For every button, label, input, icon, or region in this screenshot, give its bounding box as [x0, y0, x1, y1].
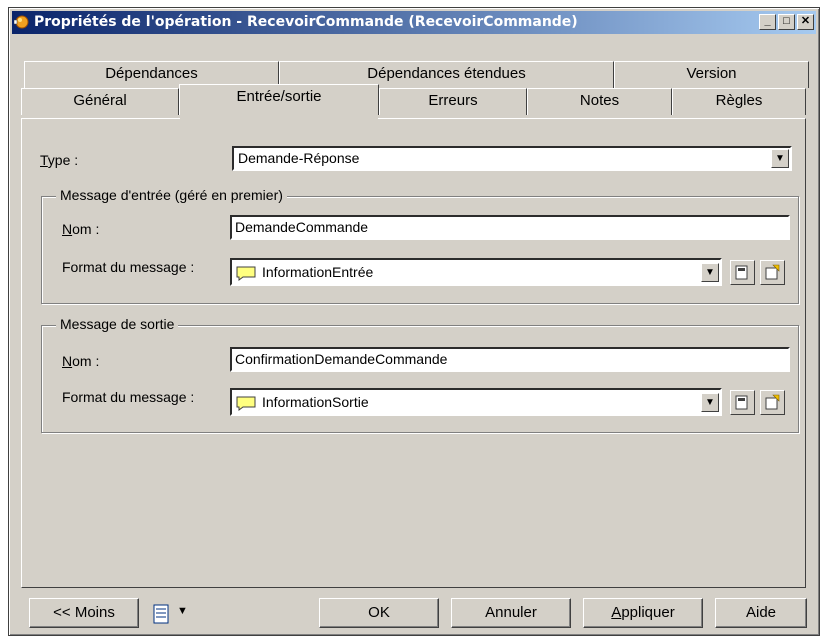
maximize-button[interactable]: □ [778, 14, 795, 30]
help-button[interactable]: Aide [715, 598, 807, 628]
active-tab-joiner [180, 117, 378, 119]
minimize-button[interactable]: _ [759, 14, 776, 30]
tab-regles[interactable]: Règles [672, 88, 806, 115]
output-format-properties-button[interactable] [730, 390, 755, 415]
menu-list-button[interactable]: ▼ [149, 602, 197, 626]
properties-dialog: Propriétés de l'opération - RecevoirComm… [8, 7, 820, 636]
input-message-group: Message d'entrée (géré en premier) Nom :… [41, 187, 799, 304]
chevron-down-icon[interactable]: ▼ [771, 149, 789, 168]
output-format-label: Format du message : [62, 389, 195, 405]
cancel-button[interactable]: Annuler [451, 598, 571, 628]
chevron-down-icon[interactable]: ▼ [701, 393, 719, 412]
tab-general[interactable]: Général [21, 88, 179, 115]
window-title: Propriétés de l'opération - RecevoirComm… [34, 14, 578, 30]
output-message-title: Message de sortie [56, 316, 179, 332]
output-name-label: Nom : [62, 353, 100, 369]
input-message-title: Message d'entrée (géré en premier) [56, 187, 287, 203]
type-select[interactable]: Demande-Réponse ▼ [232, 146, 792, 171]
type-label: Type : [40, 152, 79, 168]
type-value: Demande-Réponse [238, 150, 360, 166]
tab-version[interactable]: Version [614, 61, 809, 88]
input-name-label: Nom : [62, 221, 100, 237]
apply-button[interactable]: Appliquer [583, 598, 703, 628]
input-name-field[interactable]: DemandeCommande [230, 215, 790, 240]
chevron-down-icon[interactable]: ▼ [701, 263, 719, 282]
input-format-select[interactable]: InformationEntrée ▼ [230, 258, 722, 286]
create-icon [765, 394, 780, 410]
output-format-create-button[interactable] [760, 390, 785, 415]
input-format-value: InformationEntrée [262, 264, 374, 280]
tab-entree-sortie[interactable]: Entrée/sortie [179, 84, 379, 115]
properties-icon [735, 265, 748, 280]
create-icon [765, 264, 780, 280]
message-format-icon [236, 266, 256, 281]
input-format-properties-button[interactable] [730, 260, 755, 285]
input-format-create-button[interactable] [760, 260, 785, 285]
output-message-group: Message de sortie Nom : ConfirmationDema… [41, 316, 799, 433]
ok-button[interactable]: OK [319, 598, 439, 628]
menu-list-icon [153, 604, 169, 624]
input-format-label: Format du message : [62, 259, 195, 275]
output-name-field[interactable]: ConfirmationDemandeCommande [230, 347, 790, 372]
output-format-value: InformationSortie [262, 394, 369, 410]
output-format-select[interactable]: InformationSortie ▼ [230, 388, 722, 416]
message-format-icon [236, 396, 256, 411]
less-button[interactable]: << Moins [29, 598, 139, 628]
tab-panel-entree-sortie: Type : Demande-Réponse ▼ Message d'entré… [21, 118, 806, 588]
tab-erreurs[interactable]: Erreurs [379, 88, 527, 115]
operation-icon [14, 15, 29, 29]
close-button[interactable]: ✕ [797, 14, 814, 30]
properties-icon [735, 395, 748, 410]
chevron-down-icon: ▼ [177, 605, 188, 617]
tab-notes[interactable]: Notes [527, 88, 672, 115]
title-bar[interactable]: Propriétés de l'opération - RecevoirComm… [12, 11, 816, 34]
